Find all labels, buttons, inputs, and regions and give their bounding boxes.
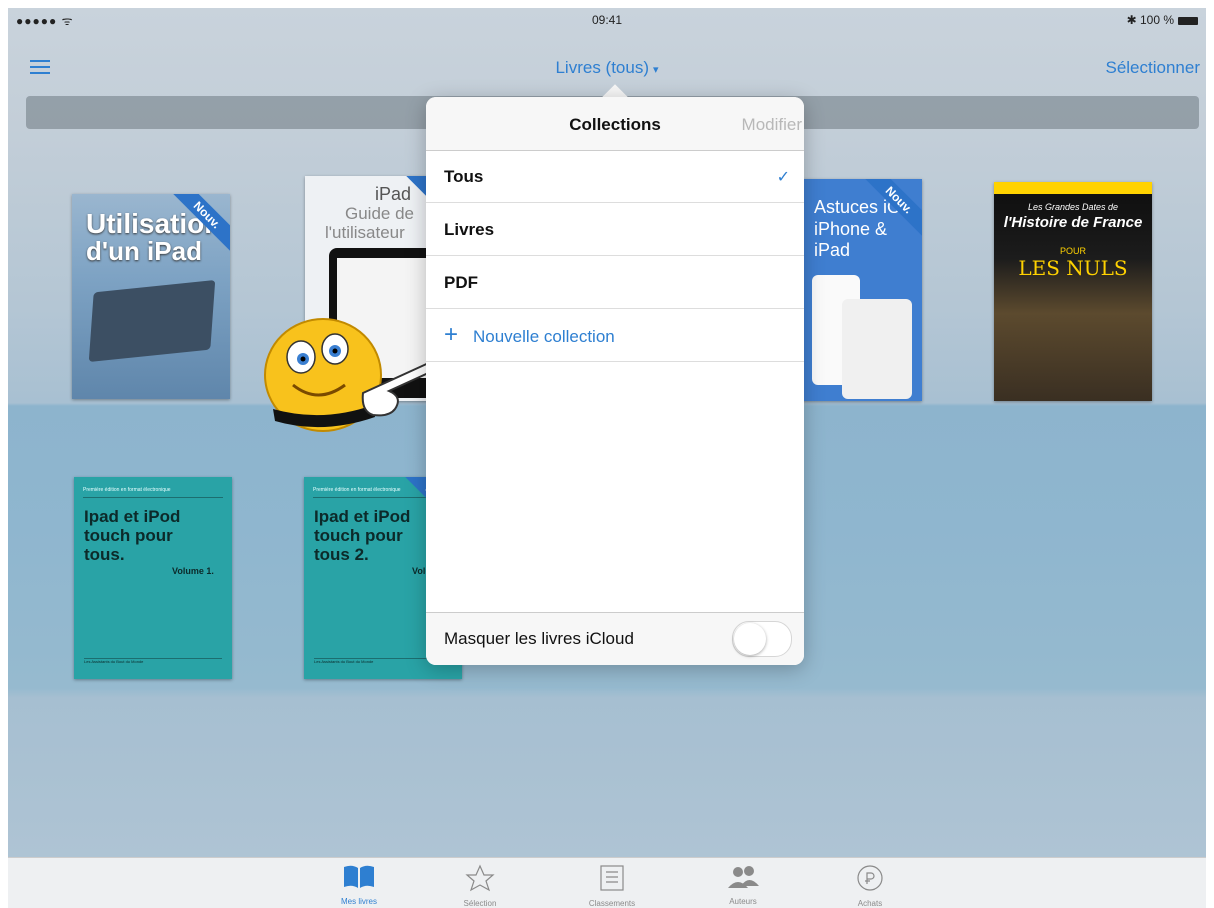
hide-icloud-toggle[interactable] <box>732 621 792 657</box>
ipad-mini-illustration <box>842 299 912 399</box>
checkmark-icon: ✓ <box>776 169 790 186</box>
collection-title: Livres (tous) <box>555 58 649 77</box>
new-collection-button[interactable]: + Nouvelle collection <box>426 309 804 362</box>
book-ipad-ipod-tous-1[interactable]: Première édition en format électronique … <box>74 477 232 679</box>
tab-selection[interactable]: Sélection <box>440 864 520 908</box>
tablet-illustration <box>88 279 216 363</box>
select-button[interactable]: Sélectionner <box>1105 58 1200 78</box>
battery-icon <box>1178 17 1198 25</box>
collection-title-button[interactable]: Livres (tous) ▾ <box>8 58 1206 78</box>
popover-footer: Masquer les livres iCloud <box>426 612 804 665</box>
tab-mes-livres[interactable]: Mes livres <box>319 864 399 906</box>
navigation-bar: Livres (tous) ▾ Sélectionner <box>8 44 1206 84</box>
collection-item-livres[interactable]: Livres <box>426 203 804 256</box>
tab-achats[interactable]: Achats <box>830 864 910 908</box>
book-open-icon <box>344 865 374 888</box>
people-icon <box>728 866 759 888</box>
pointing-smiley-icon <box>264 318 439 432</box>
status-time: 09:41 <box>591 13 623 27</box>
popover-header: Collections Modifier <box>426 97 804 151</box>
star-icon <box>465 864 495 892</box>
purchase-icon <box>857 865 883 891</box>
edit-button[interactable]: Modifier <box>742 115 802 135</box>
chevron-down-icon: ▾ <box>653 64 659 76</box>
collection-item-tous[interactable]: Tous ✓ <box>426 150 804 203</box>
tab-bar: Mes livres Sélection Classements Auteurs… <box>8 857 1206 908</box>
tab-classements[interactable]: Classements <box>572 864 652 908</box>
battery-indicator: ✱ 100 % <box>1127 13 1198 27</box>
tab-auteurs[interactable]: Auteurs <box>703 864 783 906</box>
ibooks-screen: ●●●●● ᯤ 09:41 ✱ 100 % Livres (tous) ▾ Sél… <box>8 8 1206 908</box>
hide-icloud-label: Masquer les livres iCloud <box>444 629 634 648</box>
book-histoire-de-france[interactable]: Les Grandes Dates de l'Histoire de Franc… <box>994 182 1152 401</box>
list-icon <box>600 865 624 891</box>
collections-popover: Collections Modifier Tous ✓ Livres PDF +… <box>426 97 804 665</box>
book-utilisation-ipad[interactable]: Utilisation d'un iPad Nouv. <box>72 194 230 399</box>
status-bar: ●●●●● ᯤ 09:41 ✱ 100 % <box>8 8 1206 30</box>
new-collection-label: Nouvelle collection <box>473 327 615 346</box>
book-astuces-ios[interactable]: Astuces iOS iPhone & iPad Nouv. <box>798 179 922 401</box>
collection-item-pdf[interactable]: PDF <box>426 256 804 309</box>
plus-icon: + <box>444 321 459 348</box>
